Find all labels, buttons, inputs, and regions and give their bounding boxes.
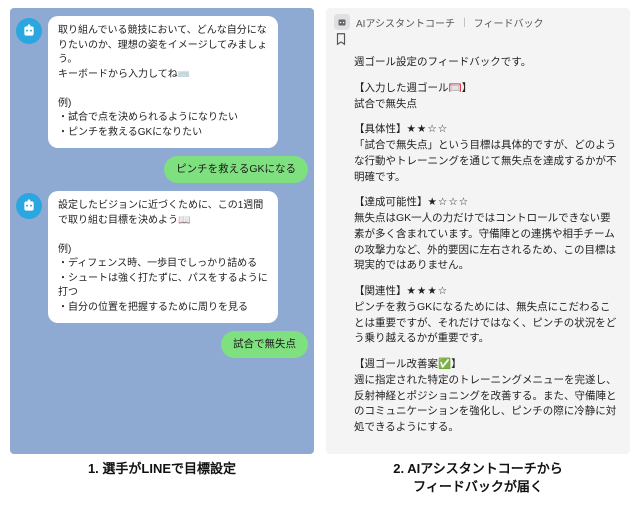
line-chat: 取り組んでいる競技において、どんな自分になりたいのか、理想の姿をイメージしてみま… [10,8,314,454]
caption-left: 1. 選手がLINEで目標設定 [10,460,314,496]
bot-avatar [16,193,42,219]
robot-icon [336,16,348,28]
section-concreteness: 【具体性】★★☆☆ 「試合で無失点」という目標は具体的ですが、どのような行動やト… [354,122,620,185]
caption-right: 2. AIアシスタントコーチから フィードバックが届く [326,460,630,496]
star-rating: ★☆☆☆ [428,196,470,208]
app-icon [334,14,350,30]
section-text: 「試合で無失点」という目標は具体的ですが、どのような行動やトレーニングを通じて無… [354,139,617,183]
bot-bubble-2: 設定したビジョンに近づくために、この1週間で取り組む目標を決めよう📖 例) ・デ… [48,191,278,323]
star-rating: ★★☆☆ [407,123,449,135]
section-text: 無失点はGK一人の力だけではコントロールできない要素が多く含まれています。守備陣… [354,212,616,271]
section-label: 【関連性】 [354,285,407,297]
bot-message-row: 設定したビジョンに近づくために、この1週間で取り組む目標を決めよう📖 例) ・デ… [16,191,308,323]
section-label: 【具体性】 [354,123,407,135]
panels: 取り組んでいる競技において、どんな自分になりたいのか、理想の姿をイメージしてみま… [0,0,640,454]
robot-icon [21,23,37,39]
line-panel: 取り組んでいる競技において、どんな自分になりたいのか、理想の姿をイメージしてみま… [10,8,314,454]
user-message-row: ピンチを救えるGKになる [16,156,308,183]
captions: 1. 選手がLINEで目標設定 2. AIアシスタントコーチから フィードバック… [0,454,640,510]
section-label: 【週ゴール改善案✅】 [354,358,462,370]
robot-icon [21,198,37,214]
section-text: ピンチを救うGKになるためには、無失点にこだわることは重要ですが、それだけではな… [354,301,616,345]
header-sub: フィードバック [474,15,544,30]
bookmark-row [326,32,630,53]
app-name: AIアシスタントコーチ [356,15,455,30]
star-rating: ★★★☆ [407,285,449,297]
header-separator: | [463,17,466,28]
feedback-intro: 週ゴール設定のフィードバックです。 [354,55,620,71]
section-relevance: 【関連性】★★★☆ ピンチを救うGKになるためには、無失点にこだわることは重要で… [354,284,620,347]
goal-label: 【入力した週ゴール🥅】 [354,82,472,94]
feedback-panel: AIアシスタントコーチ | フィードバック 週ゴール設定のフィードバックです。 … [326,8,630,454]
section-achievability: 【達成可能性】★☆☆☆ 無失点はGK一人の力だけではコントロールできない要素が多… [354,195,620,274]
bot-message-row: 取り組んでいる競技において、どんな自分になりたいのか、理想の姿をイメージしてみま… [16,16,308,148]
goal-block: 【入力した週ゴール🥅】 試合で無失点 [354,81,620,113]
feedback-body: 週ゴール設定のフィードバックです。 【入力した週ゴール🥅】 試合で無失点 【具体… [326,53,630,454]
section-label: 【達成可能性】 [354,196,428,208]
goal-value: 試合で無失点 [354,98,417,110]
section-improvement: 【週ゴール改善案✅】 週に指定された特定のトレーニングメニューを完遂し、反射神経… [354,357,620,436]
user-bubble-2[interactable]: 試合で無失点 [221,331,308,358]
bot-avatar [16,18,42,44]
bot-bubble-1: 取り組んでいる競技において、どんな自分になりたいのか、理想の姿をイメージしてみま… [48,16,278,148]
section-text: 週に指定された特定のトレーニングメニューを完遂し、反射神経とポジショニングを改善… [354,374,617,433]
feedback-header: AIアシスタントコーチ | フィードバック [326,8,630,32]
user-bubble-1[interactable]: ピンチを救えるGKになる [164,156,308,183]
user-message-row: 試合で無失点 [16,331,308,358]
bookmark-icon[interactable] [334,32,348,46]
